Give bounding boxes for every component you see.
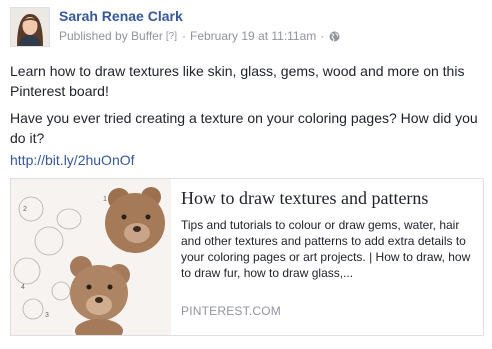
card-description: Tips and tutorials to colour or draw gem… — [181, 218, 471, 280]
post-paragraph-2: Have you ever tried creating a texture o… — [10, 110, 478, 146]
card-source-domain: PINTEREST.COM — [181, 304, 281, 318]
card-title[interactable]: How to draw textures and patterns — [181, 188, 475, 209]
post-meta: Published by Buffer [?] · February 19 at… — [59, 29, 340, 43]
svg-text:3: 3 — [45, 312, 49, 319]
globe-icon[interactable] — [329, 31, 340, 42]
post-timestamp[interactable]: February 19 at 11:11am — [190, 29, 316, 43]
card-image[interactable]: 2 1 4 3 — [11, 179, 171, 335]
meta-separator: · — [181, 29, 186, 43]
facebook-post: Sarah Renae Clark Published by Buffer [?… — [0, 0, 492, 349]
post-link[interactable]: http://bit.ly/2huOnOf — [10, 150, 135, 170]
avatar-photo — [11, 8, 49, 46]
published-by-text: Published by Buffer — [59, 29, 163, 43]
help-marker[interactable]: [?] — [166, 31, 177, 42]
author-avatar[interactable] — [10, 7, 50, 47]
svg-text:1: 1 — [103, 196, 107, 203]
link-preview-card[interactable]: 2 1 4 3 How to draw textures and pattern… — [10, 178, 484, 336]
meta-separator-2: · — [320, 29, 325, 43]
svg-text:4: 4 — [21, 284, 25, 291]
author-name[interactable]: Sarah Renae Clark — [59, 8, 183, 24]
svg-text:2: 2 — [23, 206, 27, 213]
post-paragraph-1: Learn how to draw textures like skin, gl… — [10, 63, 465, 99]
teddy-bear-illustration: 2 1 4 3 — [11, 179, 171, 335]
